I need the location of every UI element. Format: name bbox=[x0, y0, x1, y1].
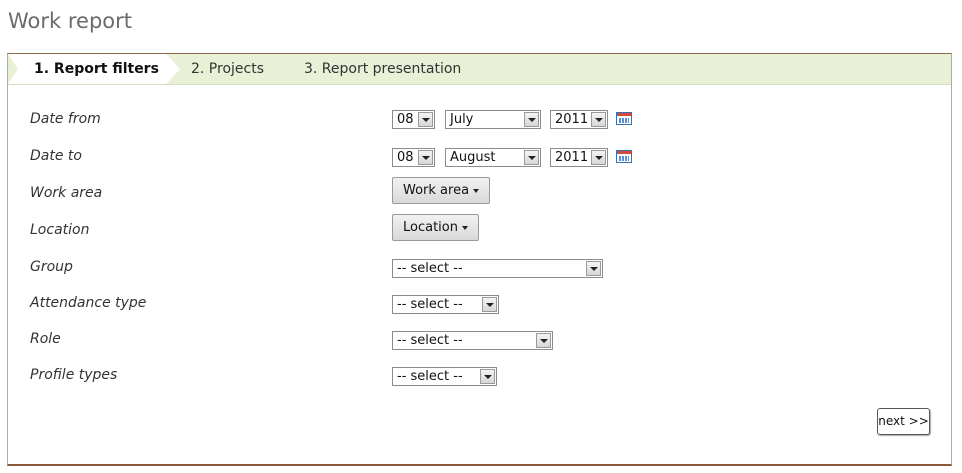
location-button-label: Location bbox=[403, 220, 458, 235]
chevron-down-icon bbox=[536, 333, 551, 348]
next-button[interactable]: next >> bbox=[877, 408, 930, 435]
tab-report-presentation[interactable]: 3. Report presentation bbox=[304, 54, 461, 84]
location-label: Location bbox=[30, 222, 90, 238]
date-to-month-value: August bbox=[450, 150, 496, 165]
date-to-day-value: 08 bbox=[397, 150, 414, 165]
group-select[interactable]: -- select -- bbox=[392, 259, 603, 278]
date-to-month-select[interactable]: August bbox=[445, 148, 541, 167]
role-select[interactable]: -- select -- bbox=[392, 331, 553, 350]
tab-projects[interactable]: 2. Projects bbox=[191, 54, 264, 84]
chevron-down-icon bbox=[482, 297, 497, 312]
date-from-label: Date from bbox=[30, 111, 101, 127]
work-area-label: Work area bbox=[30, 185, 103, 201]
report-panel: 1. Report filters 2. Projects 3. Report … bbox=[7, 53, 952, 466]
role-label: Role bbox=[30, 331, 61, 347]
calendar-icon[interactable] bbox=[616, 112, 632, 125]
date-from-month-value: July bbox=[450, 112, 474, 127]
profile-types-label: Profile types bbox=[30, 367, 118, 383]
calendar-icon[interactable] bbox=[616, 150, 632, 163]
role-select-value: -- select -- bbox=[397, 333, 463, 348]
chevron-down-icon bbox=[524, 150, 539, 165]
group-select-value: -- select -- bbox=[397, 261, 463, 276]
date-from-year-value: 2011 bbox=[555, 112, 589, 127]
profile-types-select[interactable]: -- select -- bbox=[392, 367, 497, 386]
attendance-type-select-value: -- select -- bbox=[397, 297, 463, 312]
chevron-down-icon bbox=[418, 150, 433, 165]
chevron-down-icon bbox=[480, 369, 495, 384]
caret-down-icon bbox=[473, 188, 480, 193]
date-to-year-select[interactable]: 2011 bbox=[550, 148, 608, 167]
chevron-down-icon bbox=[524, 112, 539, 127]
date-to-year-value: 2011 bbox=[555, 150, 589, 165]
attendance-type-select[interactable]: -- select -- bbox=[392, 295, 499, 314]
chevron-down-icon bbox=[418, 112, 433, 127]
tab-report-filters[interactable]: 1. Report filters bbox=[8, 54, 180, 84]
location-button[interactable]: Location bbox=[392, 214, 479, 241]
chevron-down-icon bbox=[586, 261, 601, 276]
page-title: Work report bbox=[8, 9, 132, 33]
work-area-button-label: Work area bbox=[403, 183, 470, 198]
profile-types-select-value: -- select -- bbox=[397, 369, 463, 384]
caret-down-icon bbox=[461, 225, 468, 230]
wizard-tabs: 1. Report filters 2. Projects 3. Report … bbox=[8, 54, 951, 85]
date-from-month-select[interactable]: July bbox=[445, 110, 541, 129]
date-from-year-select[interactable]: 2011 bbox=[550, 110, 608, 129]
chevron-down-icon bbox=[591, 112, 606, 127]
chevron-down-icon bbox=[591, 150, 606, 165]
date-from-day-select[interactable]: 08 bbox=[392, 110, 435, 129]
date-to-day-select[interactable]: 08 bbox=[392, 148, 435, 167]
date-from-day-value: 08 bbox=[397, 112, 414, 127]
attendance-type-label: Attendance type bbox=[30, 295, 147, 311]
date-to-label: Date to bbox=[30, 148, 82, 164]
work-area-button[interactable]: Work area bbox=[392, 177, 491, 204]
group-label: Group bbox=[30, 259, 73, 275]
